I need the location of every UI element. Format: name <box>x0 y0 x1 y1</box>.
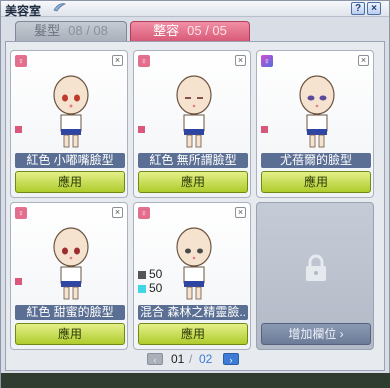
remove-icon[interactable]: × <box>235 207 246 218</box>
window-icon <box>53 3 66 12</box>
face-name: 混合 森林之精靈臉.. <box>138 305 248 320</box>
female-icon: ♀ <box>15 207 27 219</box>
category-tabs: 髮型 08 / 08 整容 05 / 05 <box>11 21 377 41</box>
face-card: ♀ × 紅色 甜蜜的臉型 應用 <box>10 202 128 350</box>
color-swatch <box>15 126 22 133</box>
apply-button[interactable]: 應用 <box>15 171 125 193</box>
face-card: ♀ × 紅色 小嘟嘴臉型 應用 <box>10 50 128 198</box>
tab-face-label: 整容 <box>153 23 180 38</box>
pagination: ‹ 01 / 02 › <box>147 352 247 368</box>
face-card: ♀ × 50 50 混合 森林之精靈臉.. 應用 <box>133 202 251 350</box>
face-card: ♀ × 紅色 無所謂臉型 應用 <box>133 50 251 198</box>
locked-slot: 增加欄位 › <box>256 202 374 350</box>
mix-color-2: 50 <box>138 281 162 295</box>
add-slot-button[interactable]: 增加欄位 › <box>261 323 371 345</box>
character-preview <box>299 75 335 148</box>
apply-button[interactable]: 應用 <box>261 171 371 193</box>
tab-face[interactable]: 整容 05 / 05 <box>130 21 250 41</box>
help-icon[interactable]: ? <box>351 2 365 15</box>
face-name: 紅色 小嘟嘴臉型 <box>15 153 125 168</box>
face-name: 尤蓓爾的臉型 <box>261 153 371 168</box>
remove-icon[interactable]: × <box>112 55 123 66</box>
tab-face-count: 05 / 05 <box>187 23 227 38</box>
remove-icon[interactable]: × <box>235 55 246 66</box>
color-swatch <box>261 126 268 133</box>
character-preview <box>176 75 212 148</box>
apply-button[interactable]: 應用 <box>15 323 125 345</box>
tab-hair[interactable]: 髮型 08 / 08 <box>15 21 127 41</box>
female-icon: ♀ <box>138 207 150 219</box>
remove-icon[interactable]: × <box>112 207 123 218</box>
current-page: 01 <box>171 352 185 366</box>
window-title: 美容室 <box>5 4 42 18</box>
mix-color-1: 50 <box>138 267 162 281</box>
close-icon[interactable]: × <box>367 2 381 15</box>
tab-hair-count: 08 / 08 <box>68 23 108 38</box>
character-preview <box>176 227 212 300</box>
beauty-salon-window: 美容室 ? × 髮型 08 / 08 整容 05 / 05 ♀ × 紅色 小嘟嘴… <box>0 0 390 388</box>
page-separator: / <box>189 352 193 366</box>
tab-hair-label: 髮型 <box>34 23 61 38</box>
title-bar: 美容室 ? × <box>1 1 389 18</box>
character-preview <box>53 227 89 300</box>
prev-page-button[interactable]: ‹ <box>147 353 163 365</box>
game-background-strip <box>1 373 390 388</box>
lock-icon <box>306 254 326 281</box>
total-pages: 02 <box>199 352 213 366</box>
female-icon: ♀ <box>138 55 150 67</box>
next-page-button[interactable]: › <box>223 353 239 365</box>
female-icon: ♀ <box>261 55 273 67</box>
face-slot-grid: ♀ × 紅色 小嘟嘴臉型 應用 ♀ × 紅色 無所謂臉型 應用 ♀ × 尤蓓爾的… <box>5 41 385 371</box>
color-swatch <box>15 278 22 285</box>
face-name: 紅色 無所謂臉型 <box>138 153 248 168</box>
color-swatch <box>138 126 145 133</box>
face-card: ♀ × 尤蓓爾的臉型 應用 <box>256 50 374 198</box>
female-icon: ♀ <box>15 55 27 67</box>
mix-ratio-2: 50 <box>149 281 163 295</box>
character-preview <box>53 75 89 148</box>
remove-icon[interactable]: × <box>358 55 369 66</box>
face-name: 紅色 甜蜜的臉型 <box>15 305 125 320</box>
apply-button[interactable]: 應用 <box>138 171 248 193</box>
apply-button[interactable]: 應用 <box>138 323 248 345</box>
mix-ratio-1: 50 <box>149 267 163 281</box>
